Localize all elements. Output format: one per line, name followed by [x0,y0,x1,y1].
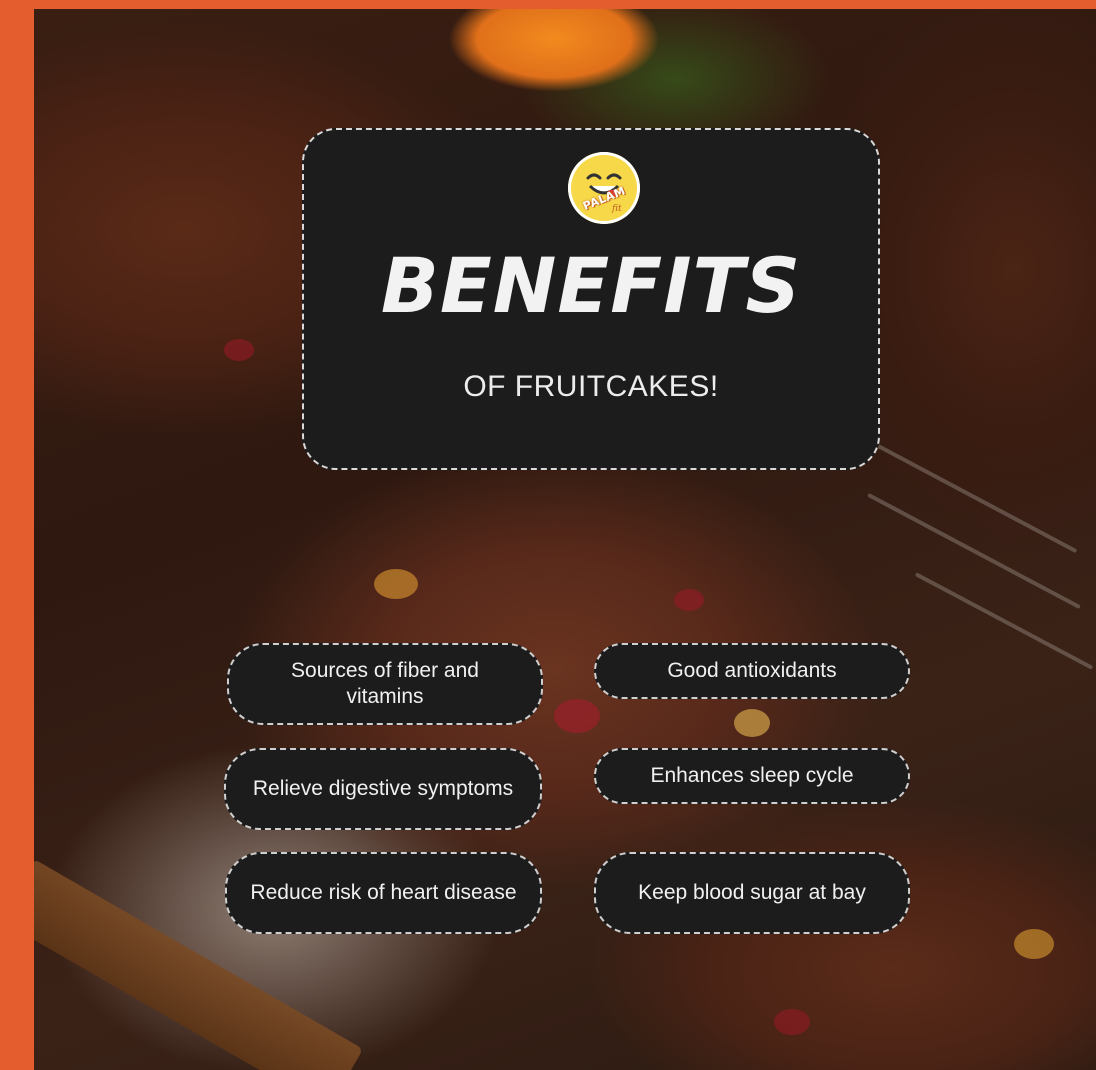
title-card: PALAM fit BENEFITS OF FRUITCAKES! [302,128,880,470]
page-subtitle: OF FRUITCAKES! [463,370,719,403]
benefit-label: Keep blood sugar at bay [638,880,866,904]
benefit-label: Relieve digestive symptoms [252,776,514,800]
benefit-blood-sugar: Keep blood sugar at bay [594,852,910,934]
fruit-piece [734,709,770,737]
benefit-label: Enhances sleep cycle [650,763,854,787]
fruit-piece [1014,929,1054,959]
benefit-label: Good antioxidants [667,658,837,682]
brand-logo-subtext: fit [612,204,622,214]
benefit-digestive: Relieve digestive symptoms [224,748,542,830]
benefit-label: Reduce risk of heart disease [250,880,517,904]
cherry-piece [674,589,704,611]
benefit-heart: Reduce risk of heart disease [225,852,542,934]
benefit-sleep: Enhances sleep cycle [594,748,910,804]
cherry-piece [224,339,254,361]
benefit-fiber-vitamins: Sources of fiber and vitamins [227,643,543,725]
cooling-rack-wire [867,492,1081,610]
benefit-antioxidants: Good antioxidants [594,643,910,699]
smiling-face-logo-icon [586,173,622,198]
cherry-piece [554,699,600,733]
page-title: BENEFITS [380,241,802,330]
cherry-piece [774,1009,810,1035]
cooling-rack-wire [914,572,1094,670]
brand-logo: PALAM fit [568,152,640,224]
benefit-label: Sources of fiber and vitamins [291,658,479,708]
fruit-piece [374,569,418,599]
